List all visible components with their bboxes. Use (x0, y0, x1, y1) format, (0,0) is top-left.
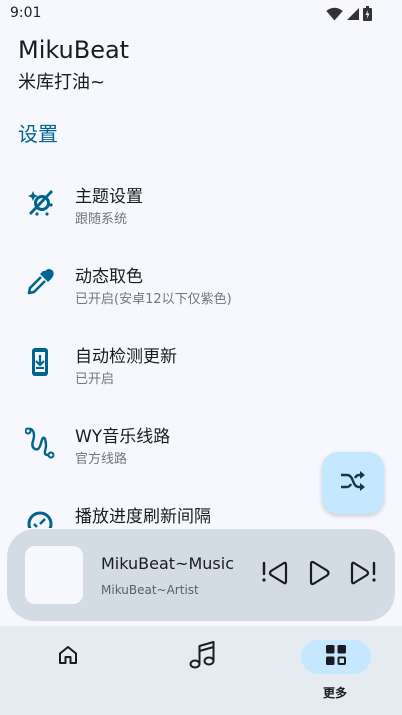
previous-icon (260, 560, 290, 590)
settings-item-title: 自动检测更新 (75, 347, 177, 367)
settings-item-title: WY音乐线路 (75, 427, 171, 447)
status-bar: 9:01 (0, 0, 402, 28)
settings-item-subtitle: 跟随系统 (75, 212, 128, 227)
album-art[interactable] (25, 546, 83, 604)
status-icons (326, 6, 372, 25)
status-time: 9:01 (10, 5, 42, 21)
timer-icon (24, 506, 56, 528)
settings-item-title: 播放进度刷新间隔 (75, 507, 211, 527)
next-button[interactable] (347, 559, 379, 591)
nav-label: 更多 (322, 686, 347, 700)
track-title: MikuBeat~Music (101, 554, 234, 573)
next-icon (348, 560, 378, 590)
play-icon (306, 560, 332, 590)
nav-indicator (33, 640, 103, 674)
nav-indicator (167, 640, 237, 674)
nav-item-home[interactable] (0, 626, 134, 715)
settings-item-subtitle: 官方线路 (75, 452, 128, 467)
track-artist: MikuBeat~Artist (101, 583, 199, 597)
play-button[interactable] (303, 559, 335, 591)
grid-icon (325, 644, 347, 670)
settings-item-subtitle: 已开启 (75, 372, 115, 387)
settings-item-dynamic-color[interactable]: 动态取色 已开启(安卓12以下仅紫色) (0, 240, 402, 320)
shuffle-icon (339, 469, 367, 497)
wifi-icon (326, 6, 343, 25)
section-title: 设置 (18, 122, 58, 146)
battery-icon (363, 6, 372, 25)
music-note-icon (188, 640, 216, 674)
settings-item-title: 动态取色 (75, 267, 143, 287)
nav-item-more[interactable]: 更多 (268, 626, 402, 715)
nav-indicator (301, 640, 371, 674)
theme-icon (24, 186, 56, 218)
update-icon (24, 346, 56, 378)
settings-item-theme[interactable]: 主题设置 跟随系统 (0, 160, 402, 240)
nav-item-music[interactable] (134, 626, 268, 715)
shuffle-button[interactable] (322, 452, 384, 514)
settings-item-title: 主题设置 (75, 187, 143, 207)
home-icon (57, 644, 79, 670)
app-subtitle: 米库打油~ (18, 72, 106, 93)
settings-item-auto-update[interactable]: 自动检测更新 已开启 (0, 320, 402, 400)
signal-icon (346, 6, 360, 25)
bottom-nav: 更多 (0, 626, 402, 715)
app-title: MikuBeat (18, 36, 130, 64)
route-icon (24, 426, 56, 459)
eyedropper-icon (24, 266, 56, 298)
settings-item-subtitle: 已开启(安卓12以下仅紫色) (75, 292, 232, 307)
mini-player[interactable]: MikuBeat~Music MikuBeat~Artist (7, 529, 395, 621)
previous-button[interactable] (259, 559, 291, 591)
